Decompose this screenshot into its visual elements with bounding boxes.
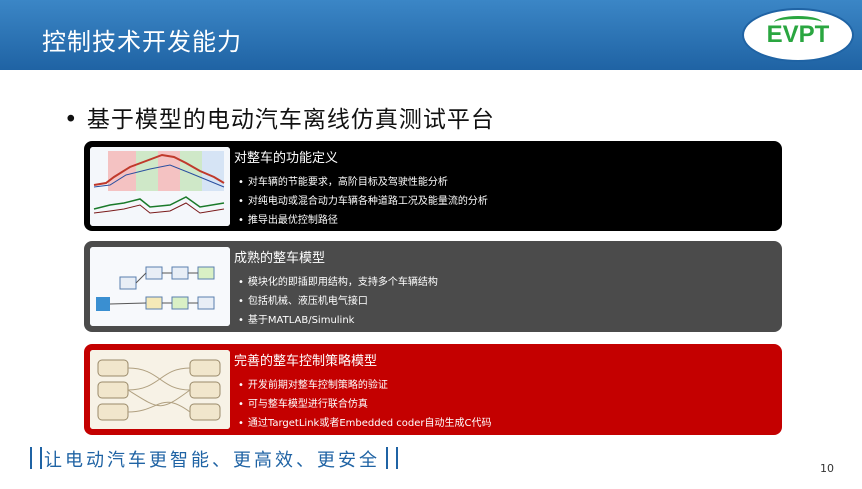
bullet-item: 开发前期对整车控制策略的验证	[238, 376, 491, 395]
slogan-text: 让电动汽车更智能、更高效、更安全	[44, 450, 380, 471]
bullet-item: 推导出最优控制路径	[238, 211, 488, 230]
bullet-item: 包括机械、液压机电气接口	[238, 292, 438, 311]
bullet-item: 基于MATLAB/Simulink	[238, 311, 438, 330]
slide-title: 控制技术开发能力	[42, 28, 242, 56]
bullet-item: 模块化的即插即用结构，支持多个车辆结构	[238, 273, 438, 292]
panel-title: 成熟的整车模型	[234, 251, 326, 266]
panel-vehicle-model: 成熟的整车模型 模块化的即插即用结构，支持多个车辆结构 包括机械、液压机电气接口…	[84, 241, 782, 332]
slogan-bar-left	[30, 447, 42, 469]
stateflow-thumbnail	[90, 350, 230, 429]
panel-function-definition: 对整车的功能定义 对车辆的节能要求，高阶目标及驾驶性能分析 对纯电动或混合动力车…	[84, 141, 782, 231]
bullet-item: 对纯电动或混合动力车辆各种道路工况及能量流的分析	[238, 192, 488, 211]
slide-headline: • 基于模型的电动汽车离线仿真测试平台	[64, 107, 495, 133]
page-number: 10	[820, 462, 834, 475]
panel-control-strategy: 完善的整车控制策略模型 开发前期对整车控制策略的验证 可与整车模型进行联合仿真 …	[84, 344, 782, 435]
logo-text: EVPT	[766, 21, 830, 48]
bullet-item: 通过TargetLink或者Embedded coder自动生成C代码	[238, 414, 492, 433]
panel-bullets: 模块化的即插即用结构，支持多个车辆结构 包括机械、液压机电气接口 基于MATLA…	[238, 273, 438, 330]
panel-bullets: 开发前期对整车控制策略的验证 可与整车模型进行联合仿真 通过TargetLink…	[238, 376, 492, 433]
bullet-item: 对车辆的节能要求，高阶目标及驾驶性能分析	[238, 173, 488, 192]
drive-cycle-thumbnail	[90, 147, 230, 226]
panel-title: 对整车的功能定义	[234, 151, 339, 166]
simulink-model-thumbnail	[90, 247, 230, 326]
bullet-item: 可与整车模型进行联合仿真	[238, 395, 491, 414]
evpt-logo: EVPT	[742, 8, 854, 62]
slide-header: 控制技术开发能力 EVPT	[0, 0, 862, 70]
panel-bullets: 对车辆的节能要求，高阶目标及驾驶性能分析 对纯电动或混合动力车辆各种道路工况及能…	[238, 173, 488, 230]
panel-title: 完善的整车控制策略模型	[234, 354, 378, 369]
slogan-bar-right	[386, 447, 398, 469]
